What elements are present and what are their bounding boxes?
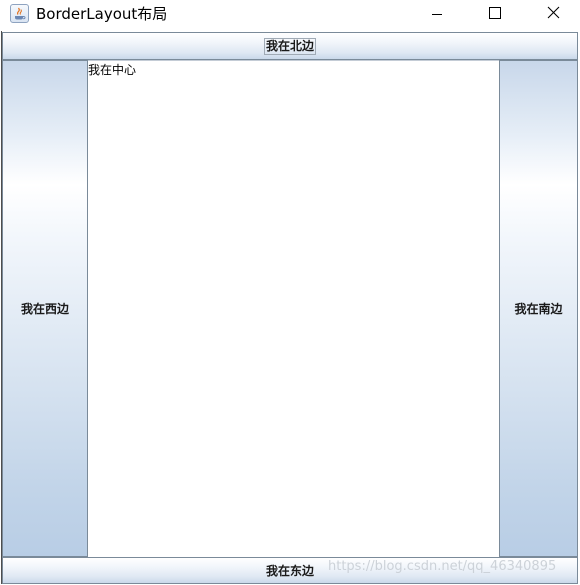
west-button[interactable]: 我在西边	[2, 60, 88, 557]
maximize-icon	[489, 7, 501, 19]
center-label-area: 我在中心	[88, 60, 499, 557]
north-button-label: 我在北边	[263, 37, 316, 55]
east-button[interactable]: 我在南边	[499, 60, 578, 557]
close-button[interactable]	[530, 0, 576, 30]
east-button-label: 我在南边	[514, 302, 563, 316]
maximize-button[interactable]	[471, 0, 517, 30]
watermark-text: https://blog.csdn.net/qq_46340895	[328, 559, 557, 574]
title-bar[interactable]: BorderLayout布局	[0, 0, 580, 30]
app-window: BorderLayout布局 我在北边 我在西边 我在中心 我在南边 我在东边 …	[0, 0, 580, 585]
close-icon	[547, 6, 560, 19]
center-label: 我在中心	[88, 63, 137, 77]
minimize-button[interactable]	[414, 0, 460, 30]
window-title: BorderLayout布局	[36, 5, 168, 23]
java-coffee-icon	[10, 4, 29, 23]
north-button[interactable]: 我在北边	[2, 32, 578, 60]
south-button-label: 我在东边	[265, 564, 314, 578]
west-button-label: 我在西边	[20, 302, 69, 316]
minimize-icon	[432, 14, 442, 15]
